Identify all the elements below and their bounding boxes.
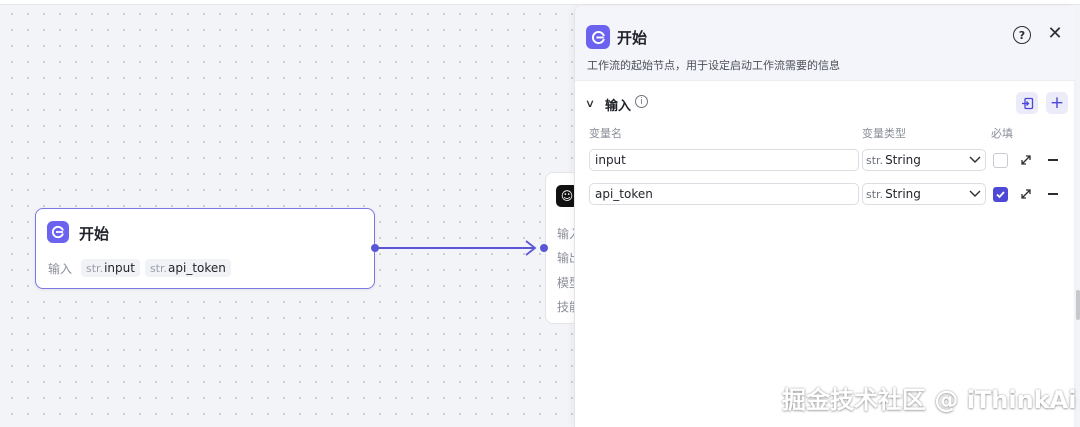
- variable-name-input[interactable]: api_token: [589, 183, 859, 205]
- variable-name-input[interactable]: input: [589, 149, 859, 171]
- close-icon[interactable]: ✕: [1046, 24, 1064, 44]
- scrollbar[interactable]: [1076, 290, 1080, 320]
- watermark: 掘金技术社区 @ iThinkAi: [782, 386, 1077, 414]
- edge-arrow-icon: [525, 240, 537, 256]
- var-tag-api-token: str.api_token: [144, 259, 231, 277]
- import-icon: [1021, 97, 1033, 109]
- column-header-required: 必填: [991, 127, 1013, 140]
- input-section-title: 输入: [605, 99, 632, 114]
- chevron-down-icon[interactable]: ∨: [585, 97, 595, 110]
- expand-icon[interactable]: [1020, 188, 1032, 200]
- check-icon: [996, 191, 1005, 199]
- panel-divider: [575, 80, 1075, 81]
- column-header-type: 变量类型: [862, 127, 906, 140]
- remove-variable-icon[interactable]: [1048, 159, 1058, 161]
- variable-type-select[interactable]: str. String: [862, 183, 986, 205]
- var-tag-input: str.input: [81, 259, 140, 277]
- panel-node-icon: [586, 25, 610, 49]
- remove-variable-icon[interactable]: [1048, 193, 1058, 195]
- add-variable-button[interactable]: +: [1046, 92, 1068, 114]
- panel-title: 开始: [617, 29, 648, 47]
- start-node-icon: [47, 221, 69, 243]
- chevron-down-icon: [969, 190, 981, 197]
- panel-description: 工作流的起始节点，用于设定启动工作流需要的信息: [587, 59, 840, 72]
- agent-node-input-port[interactable]: [540, 244, 548, 252]
- required-checkbox[interactable]: [993, 187, 1008, 202]
- variable-type-select[interactable]: str. String: [862, 149, 986, 171]
- start-node-inputs: 输入 str.input str.api_token: [48, 259, 231, 277]
- top-bar-edge: [0, 0, 1080, 5]
- help-circle-icon[interactable]: ?: [1013, 26, 1031, 44]
- column-header-name: 变量名: [589, 127, 622, 140]
- start-node-title: 开始: [79, 225, 110, 243]
- expand-icon[interactable]: [1020, 154, 1032, 166]
- node-config-panel: 开始 工作流的起始节点，用于设定启动工作流需要的信息 ? ✕ ∨ 输入 i + …: [574, 6, 1075, 427]
- import-button[interactable]: [1016, 92, 1038, 114]
- required-checkbox[interactable]: [993, 153, 1008, 168]
- start-node-output-port[interactable]: [371, 244, 379, 252]
- chevron-down-icon: [969, 156, 981, 163]
- info-icon[interactable]: i: [635, 95, 648, 108]
- start-node-input-label: 输入: [48, 261, 73, 276]
- start-node[interactable]: 开始 输入 str.input str.api_token: [35, 208, 375, 289]
- connection-edge[interactable]: [375, 247, 535, 249]
